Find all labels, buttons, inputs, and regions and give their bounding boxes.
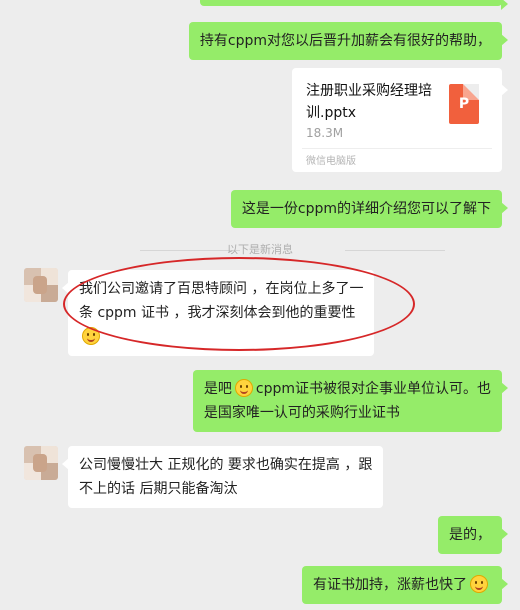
- smiling-emoji-icon: [234, 379, 253, 397]
- message-text: 是吧: [203, 381, 232, 397]
- ppt-file-icon: P: [449, 84, 479, 124]
- message-bubble-sent[interactable]: 这是一份cppm的详细介绍您可以了解下: [230, 190, 509, 228]
- message-bubble-received[interactable]: 我们公司邀请了百思特顾问 ，在岗位上多了一 条 cppm 证书 ，我才深刻体会到…: [61, 270, 375, 356]
- smiling-emoji-icon: [470, 575, 488, 593]
- message-text-line: 有证书加持，涨薪也快了: [313, 573, 491, 597]
- message-text-line: 是吧 cppm证书被很对企事业单位认可。也: [204, 377, 491, 401]
- file-name: 注册职业采购经理培 训.pptx: [306, 80, 432, 124]
- message-text: 持有cppm对您以后晋升加薪会有很好的帮助，: [199, 33, 491, 49]
- message-bubble-sent[interactable]: 是吧 cppm证书被很对企事业单位认可。也 是国家唯一认可的采购行业证书: [192, 370, 509, 432]
- file-size: 18.3M: [306, 126, 344, 140]
- message-bubble-sent-partial[interactable]: [200, 0, 508, 10]
- message-bubble-sent[interactable]: 有证书加持，涨薪也快了: [302, 566, 508, 604]
- divider-line-right: [345, 250, 445, 251]
- message-bubble-sent[interactable]: 是的，: [438, 516, 508, 554]
- file-card-divider: [302, 148, 492, 149]
- message-text: 条 cppm 证书 ，我才深刻体会到他的重要性: [79, 305, 356, 321]
- message-text: 这是一份cppm的详细介绍您可以了解下: [241, 201, 491, 217]
- file-source-label: 微信电脑版: [306, 156, 356, 167]
- file-name-line: 训.pptx: [306, 105, 356, 121]
- file-name-line: 注册职业采购经理培: [306, 83, 432, 99]
- message-bubble-sent[interactable]: 持有cppm对您以后晋升加薪会有很好的帮助，: [188, 22, 509, 60]
- message-text: 有证书加持，涨薪也快了: [313, 577, 467, 593]
- message-text: 公司慢慢壮大 正规化的 要求也确实在提高 ，跟: [79, 457, 373, 473]
- message-text: 不上的话 后期只能备淘汰: [79, 481, 238, 497]
- message-bubble-received[interactable]: 公司慢慢壮大 正规化的 要求也确实在提高 ，跟 不上的话 后期只能备淘汰: [61, 446, 384, 508]
- contact-avatar[interactable]: [24, 446, 58, 480]
- confused-emoji-icon: [82, 327, 100, 345]
- contact-avatar[interactable]: [24, 268, 58, 302]
- file-message-card[interactable]: 注册职业采购经理培 训.pptx P 18.3M 微信电脑版: [292, 68, 508, 172]
- message-emoji-line: [79, 325, 363, 349]
- message-text: cppm证书被很对企事业单位认可。也: [255, 381, 491, 397]
- message-text: 我们公司邀请了百思特顾问 ，在岗位上多了一: [79, 281, 364, 297]
- message-text: 是的，: [449, 527, 491, 543]
- message-text: 是国家唯一认可的采购行业证书: [203, 405, 400, 421]
